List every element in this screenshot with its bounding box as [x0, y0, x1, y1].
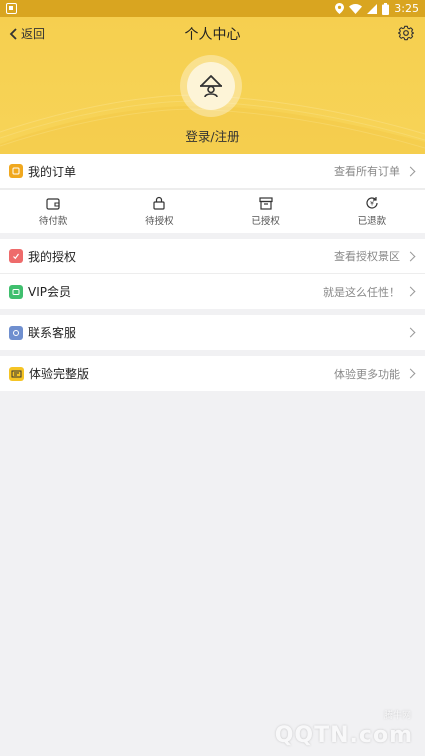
more-features-link[interactable]: 体验更多功能: [334, 366, 416, 382]
full-version-icon: [9, 366, 24, 381]
service-icon: [9, 325, 23, 340]
location-icon: [335, 3, 345, 14]
pending-payment-label: 待付款: [38, 215, 68, 227]
page-title: 个人中心: [184, 27, 241, 43]
view-all-orders-text: 查看所有订单: [334, 165, 400, 178]
orders-card: 我的订单 查看所有订单 待付款 待授权 已授权 ¥ 已退款: [0, 154, 425, 233]
vip-member-link[interactable]: 就是这么任性！: [323, 284, 416, 300]
authorized-label: 已授权: [251, 215, 280, 227]
svg-text:¥: ¥: [370, 201, 374, 208]
auth-icon: [9, 249, 23, 263]
vip-member-label: VIP会员: [28, 285, 71, 299]
full-version-card: 体验完整版 体验更多功能: [0, 356, 425, 391]
order-status-pending-payment[interactable]: 待付款: [0, 190, 106, 233]
my-orders-label: 我的订单: [28, 164, 77, 179]
my-orders-row[interactable]: 我的订单 查看所有订单: [0, 154, 425, 189]
login-register-link[interactable]: 登录/注册: [0, 126, 425, 145]
contact-service-link[interactable]: [405, 327, 416, 338]
battery-icon: [382, 2, 390, 15]
my-authorization-row[interactable]: 我的授权 查看授权景区: [0, 239, 425, 274]
refund-icon: ¥: [366, 197, 378, 209]
service-card: 联系客服: [0, 315, 425, 350]
status-bar: 3:25: [0, 0, 425, 17]
order-status-authorized[interactable]: 已授权: [213, 190, 319, 233]
full-version-label: 体验完整版: [29, 367, 90, 381]
watermark: 腾牛网 QQTN.com: [249, 708, 419, 750]
view-authorized-spots-text: 查看授权景区: [334, 250, 400, 263]
chevron-right-icon: [405, 251, 416, 261]
full-version-row[interactable]: 体验完整版 体验更多功能: [0, 356, 425, 391]
wallet-icon: [46, 197, 60, 210]
order-status-refunded[interactable]: ¥ 已退款: [319, 190, 425, 233]
avatar[interactable]: [180, 55, 242, 117]
pending-auth-label: 待授权: [145, 216, 174, 227]
chevron-right-icon: [405, 368, 416, 379]
watermark-small-text: 腾牛网: [383, 711, 411, 721]
chevron-right-icon: [405, 327, 416, 338]
watermark-text: QQTN.com: [274, 723, 413, 748]
settings-button[interactable]: [397, 25, 415, 45]
view-all-orders-link[interactable]: 查看所有订单: [334, 163, 416, 179]
vip-tagline-text: 就是这么任性！: [323, 285, 400, 299]
more-features-text: 体验更多功能: [334, 367, 400, 381]
vip-icon: [9, 284, 23, 299]
account-card: 我的授权 查看授权景区 VIP会员 就是这么任性！: [0, 239, 425, 309]
view-authorized-spots-link[interactable]: 查看授权景区: [334, 248, 416, 264]
gear-icon: [397, 25, 415, 41]
lock-icon: [153, 196, 165, 210]
box-icon: [259, 196, 273, 210]
refunded-label: 已退款: [357, 216, 387, 227]
profile-header: 返回 个人中心 登录/注册: [0, 17, 425, 154]
order-status-bar: 待付款 待授权 已授权 ¥ 已退款: [0, 189, 425, 233]
order-status-pending-auth[interactable]: 待授权: [106, 190, 212, 233]
status-time: 3:25: [394, 2, 419, 15]
my-authorization-label: 我的授权: [28, 249, 77, 264]
vip-member-row[interactable]: VIP会员 就是这么任性！: [0, 274, 425, 309]
chevron-right-icon: [405, 166, 416, 176]
hat-avatar-icon: [200, 75, 222, 98]
contact-service-label: 联系客服: [28, 326, 77, 340]
wifi-icon: [349, 3, 363, 14]
signal-icon: [367, 3, 378, 14]
notification-icon: [6, 3, 17, 14]
chevron-right-icon: [405, 286, 416, 297]
contact-service-row[interactable]: 联系客服: [0, 315, 425, 350]
order-icon: [9, 164, 23, 178]
